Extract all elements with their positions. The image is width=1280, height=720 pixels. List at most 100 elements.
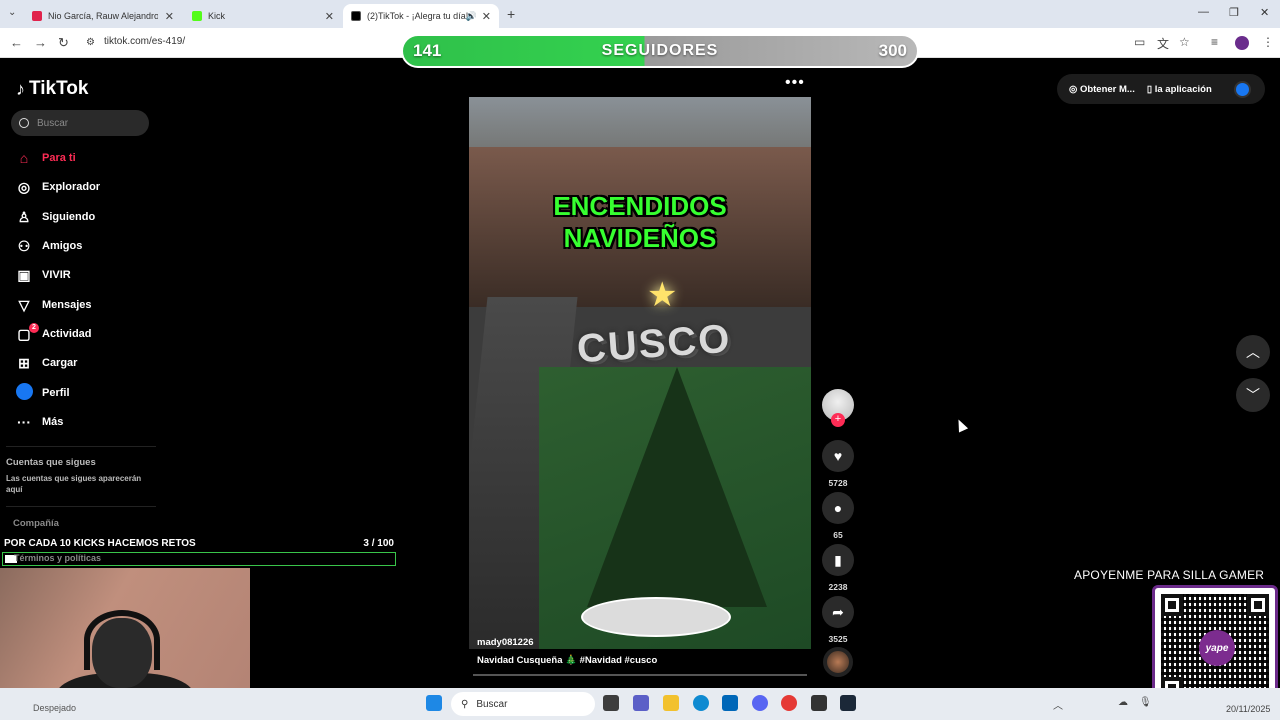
follow-plus-icon[interactable]: +	[831, 413, 845, 427]
profile-avatar-icon[interactable]	[1235, 36, 1249, 50]
video-author[interactable]: mady081226	[477, 637, 534, 648]
search-placeholder: Buscar	[37, 117, 69, 129]
qr-finder	[1161, 594, 1183, 616]
nav-label: Explorador	[42, 181, 101, 193]
browser-tab-bar: ⌄ Nio García, Rauw Alejandro, Le ✕ Kick …	[0, 0, 1280, 28]
close-tab-icon[interactable]: ✕	[325, 10, 334, 23]
audio-playing-icon[interactable]: 🔊	[466, 11, 477, 22]
tab-music[interactable]: Nio García, Rauw Alejandro, Le ✕	[24, 4, 182, 28]
follower-goal-bar: 141 SEGUIDORES 300	[401, 34, 919, 68]
taskbar-search-input[interactable]: ⚲ Buscar	[451, 692, 595, 716]
tab-list-chevron-icon[interactable]: ⌄	[8, 7, 16, 18]
nav-item-amigos[interactable]: ⚇ Amigos	[0, 234, 160, 258]
nav-item-cargar[interactable]: ⊞ Cargar	[0, 351, 160, 375]
get-app-button[interactable]: ▯ la aplicación	[1147, 84, 1212, 95]
share-button[interactable]: ➦ 3525	[822, 596, 854, 644]
more-options-icon[interactable]: •••	[785, 74, 805, 92]
url-field[interactable]: tiktok.com/es-419/	[104, 36, 185, 47]
close-window-button[interactable]: ✕	[1260, 6, 1269, 19]
friends-icon: ⚇	[17, 237, 31, 254]
creator-avatar-button[interactable]: +	[822, 389, 854, 427]
music-disc-icon	[823, 647, 853, 677]
get-coins-button[interactable]: ◎ Obtener M...	[1069, 84, 1135, 95]
bookmark-star-icon[interactable]: ☆	[1179, 35, 1190, 49]
nav-label: Perfil	[42, 387, 70, 399]
chrome-icon[interactable]	[781, 695, 797, 711]
nav-label: Para ti	[42, 152, 76, 164]
nav-item-mensajes[interactable]: ▽ Mensajes	[0, 293, 160, 317]
search-input[interactable]: Buscar	[11, 110, 149, 136]
steam-icon[interactable]	[840, 695, 856, 711]
media-control-icon[interactable]: ≡	[1211, 35, 1218, 49]
nav-item-perfil[interactable]: Perfil	[0, 381, 160, 405]
follower-label: SEGUIDORES	[601, 42, 719, 59]
forward-icon[interactable]: →	[34, 35, 47, 50]
share-count: 3525	[828, 634, 848, 644]
brand-name: TikTok	[29, 78, 89, 99]
save-button[interactable]: ▮ 2238	[822, 544, 854, 592]
nav-item-mas[interactable]: ··· Más	[0, 410, 160, 434]
profile-icon	[15, 383, 33, 403]
terms-link[interactable]: Términos y políticas	[14, 553, 101, 563]
video-caption[interactable]: Navidad Cusqueña 🎄 #Navidad #cusco	[477, 655, 657, 666]
nav-item-para-ti[interactable]: ⌂ Para ti	[0, 146, 160, 170]
nav-item-siguiendo[interactable]: ♙ Siguiendo	[0, 205, 160, 229]
following-accounts-title: Cuentas que sigues	[6, 457, 96, 468]
file-explorer-icon[interactable]	[663, 695, 679, 711]
tab-kick[interactable]: Kick ✕	[184, 4, 342, 28]
edge-icon[interactable]	[693, 695, 709, 711]
next-video-button[interactable]: ﹀	[1236, 378, 1270, 412]
cloud-icon[interactable]: ☁	[1118, 697, 1128, 708]
upload-icon: ⊞	[18, 354, 30, 371]
nav-label: VIVIR	[42, 269, 71, 281]
clock-date[interactable]: 20/11/2025	[1226, 704, 1270, 714]
tray-chevron-icon[interactable]: ︿	[1053, 697, 1063, 712]
microphone-icon[interactable]: 🎙	[1139, 697, 1152, 708]
minimize-button[interactable]: —	[1198, 6, 1209, 18]
cast-icon[interactable]: ▭	[1134, 35, 1145, 49]
store-icon[interactable]	[722, 695, 738, 711]
browser-menu-icon[interactable]: ⋮	[1262, 35, 1274, 49]
search-icon: ⚲	[461, 698, 469, 710]
following-accounts-note: Las cuentas que sigues aparecerán aquí	[6, 474, 142, 494]
tab-label: (2)TikTok - ¡Alegra tu día!	[367, 11, 469, 21]
site-info-icon[interactable]: ⚙	[86, 37, 95, 48]
nav-label: Amigos	[42, 240, 83, 252]
tiktok-logo[interactable]: ♪ TikTok	[16, 78, 88, 100]
like-count: 5728	[828, 478, 848, 488]
task-view-icon[interactable]	[603, 695, 619, 711]
weather-label: Despejado	[33, 703, 77, 713]
teams-icon[interactable]	[633, 695, 649, 711]
discord-icon[interactable]	[752, 695, 768, 711]
start-menu-icon[interactable]	[426, 695, 442, 711]
obs-icon[interactable]	[811, 695, 827, 711]
mouse-cursor-icon	[953, 417, 969, 433]
tab-label: Nio García, Rauw Alejandro, Le	[48, 11, 158, 21]
nav-item-vivir[interactable]: ▣ VIVIR	[0, 263, 160, 287]
tab-tiktok[interactable]: (2)TikTok - ¡Alegra tu día! 🔊 ✕	[343, 4, 499, 28]
chevron-down-icon: ﹀	[1246, 387, 1260, 403]
music-disc-button[interactable]	[822, 647, 854, 677]
maximize-button[interactable]: ❐	[1229, 6, 1239, 19]
video-progress-bar[interactable]	[473, 674, 807, 676]
back-icon[interactable]: ←	[10, 35, 23, 50]
support-text: APOYENME PARA SILLA GAMER	[1074, 568, 1265, 582]
get-coins-label: Obtener M...	[1079, 83, 1135, 95]
nav-item-actividad[interactable]: ▢ 2 Actividad	[0, 322, 160, 346]
previous-video-button[interactable]: ︿	[1236, 335, 1270, 369]
nav-item-explorador[interactable]: ◎ Explorador	[0, 175, 160, 199]
user-avatar[interactable]	[1234, 80, 1251, 98]
close-tab-icon[interactable]: ✕	[482, 10, 491, 23]
tree-star-icon: ★	[647, 276, 678, 314]
video-player[interactable]: ★ ENCENDIDOS NAVIDEÑOS CUSCO	[469, 97, 811, 649]
close-tab-icon[interactable]: ✕	[165, 10, 174, 23]
comment-button[interactable]: ● 65	[822, 492, 854, 540]
comment-count: 65	[833, 530, 843, 540]
company-link[interactable]: Compañía	[13, 518, 59, 529]
like-button[interactable]: ♥ 5728	[822, 440, 854, 488]
translate-icon[interactable]: 文	[1157, 35, 1169, 52]
reload-icon[interactable]: ↻	[58, 35, 69, 51]
new-tab-button[interactable]: +	[507, 6, 515, 22]
share-icon: ➦	[822, 596, 854, 628]
kicks-goal: POR CADA 10 KICKS HACEMOS RETOS 3 / 100	[4, 538, 396, 549]
